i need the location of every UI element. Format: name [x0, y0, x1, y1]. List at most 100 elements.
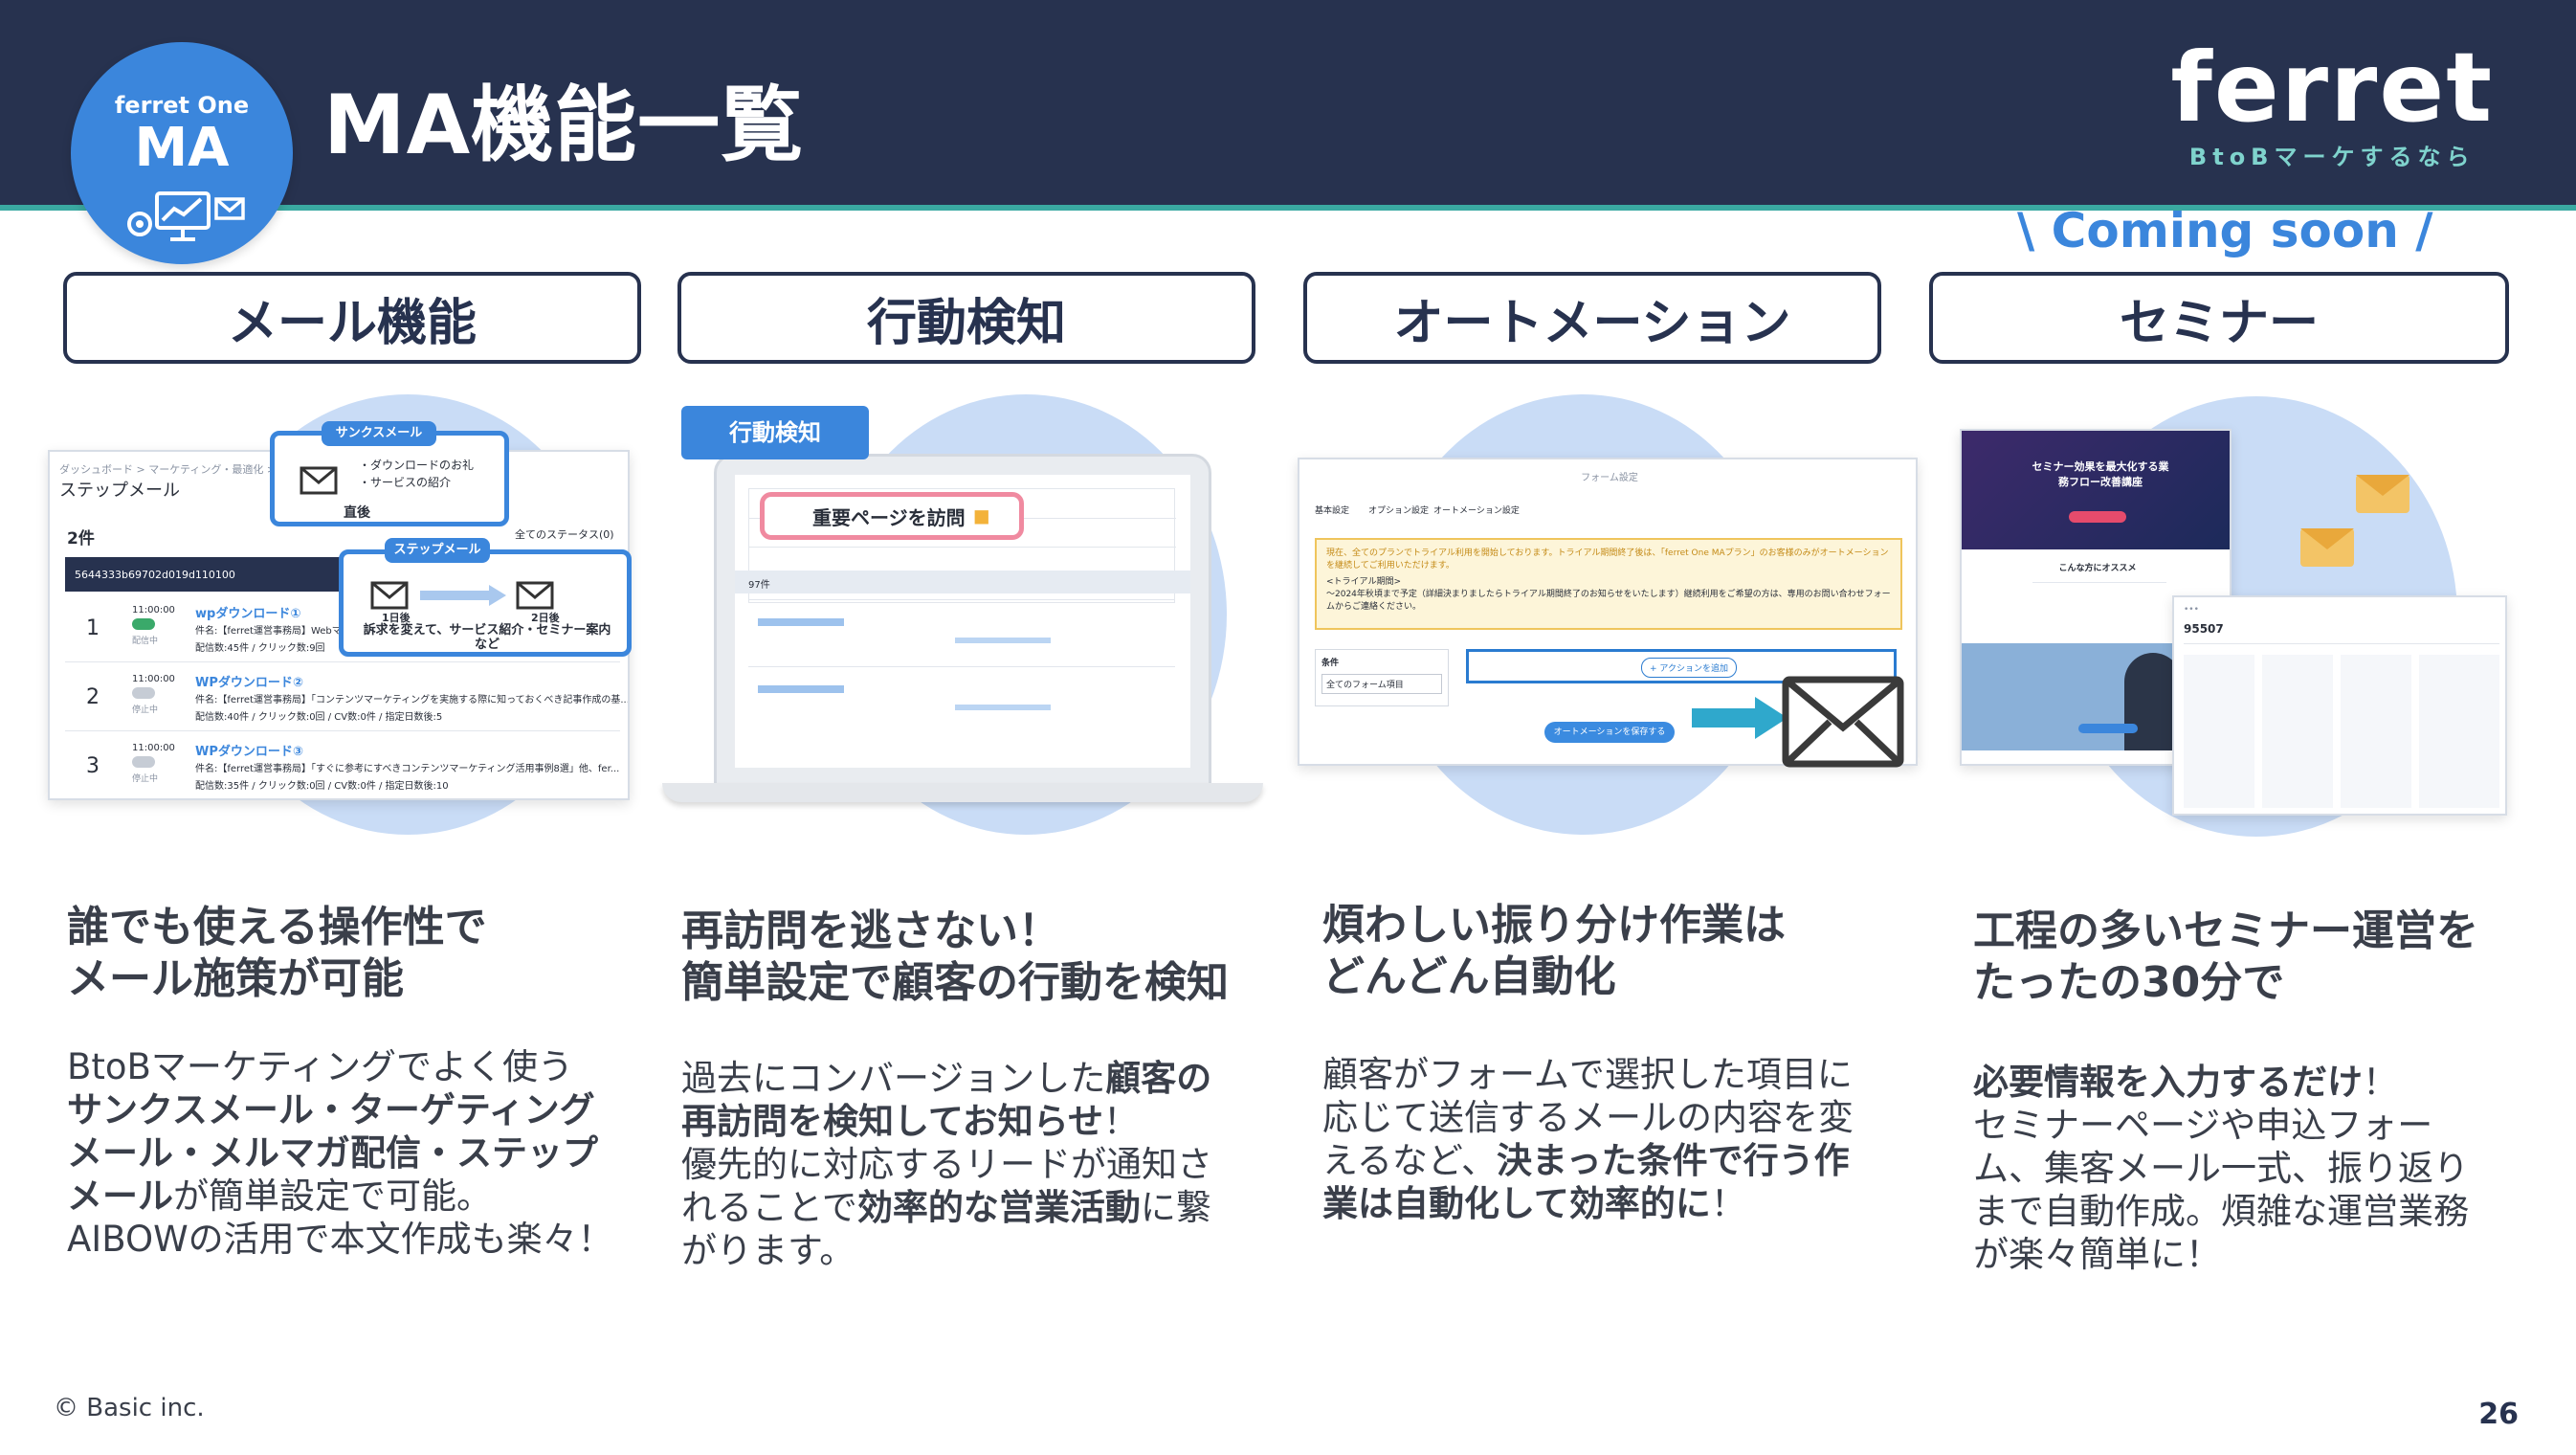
desc-span: ！ — [1710, 1183, 1746, 1224]
arrow-right-icon — [420, 585, 506, 606]
desc-span: 業は自動化して効率的に — [1322, 1183, 1711, 1224]
row-time: 11:00:00 — [132, 674, 175, 684]
automation-form-title: フォーム設定 — [1581, 473, 1638, 483]
row-status: 停止中 — [132, 705, 159, 715]
analytics-monitor-icon — [127, 191, 245, 241]
tab-options[interactable]: オプション設定 — [1368, 504, 1429, 516]
speaker-button[interactable] — [2078, 724, 2138, 733]
status-toggle[interactable] — [132, 756, 155, 768]
lead-name[interactable] — [758, 618, 844, 626]
category-automation: オートメーション — [1303, 272, 1881, 364]
envelope-icon — [2356, 475, 2409, 513]
bell-icon: ◼ — [972, 504, 990, 528]
kanban-column — [2419, 655, 2499, 808]
seminar-list-screenshot: ••• 95507 — [2172, 595, 2507, 816]
heading-line: 工程の多いセミナー運営を — [1973, 907, 2478, 955]
page-title: MA機能一覧 — [323, 78, 805, 173]
category-seminar: セミナー — [1929, 272, 2509, 364]
desc-line: サンクスメール・ターゲティング — [67, 1089, 595, 1130]
step-description: 訴求を変えて、サービス紹介・セミナー案内など — [363, 623, 611, 652]
mail-description: BtoBマーケティングでよく使う サンクスメール・ターゲティング メール・メルマ… — [67, 1045, 641, 1261]
mail-icon — [300, 466, 338, 495]
mail-count: 2件 — [67, 529, 95, 548]
desc-span: ！ — [1103, 1101, 1140, 1142]
table-row[interactable]: 3 11:00:00 停止中 WPダウンロード③ 件名:【ferret運営事務局… — [65, 733, 620, 798]
visited-page-link[interactable] — [955, 638, 1051, 643]
heading-line: 簡単設定で顧客の行動を検知 — [681, 958, 1229, 1007]
mail-icon — [516, 581, 554, 610]
revisit-bubble-text: 重要ページを訪問 — [812, 505, 966, 529]
row-number: 3 — [86, 754, 100, 778]
detect-description: 過去にコンバージョンした顧客の 再訪問を検知してお知らせ！ 優先的に対応するリー… — [681, 1057, 1255, 1272]
visited-page-link[interactable] — [955, 705, 1051, 710]
desc-line: 応じて送信するメールの内容を変 — [1322, 1097, 1854, 1138]
desc-span: メール — [67, 1175, 173, 1217]
desc-span: 再訪問を検知してお知らせ — [681, 1101, 1104, 1142]
category-mail: メール機能 — [63, 272, 641, 364]
row-number: 2 — [86, 685, 100, 709]
page-number: 26 — [2478, 1398, 2519, 1431]
row-time: 11:00:00 — [132, 605, 175, 616]
desc-span: 決まった条件で行う作 — [1497, 1140, 1850, 1181]
row-name[interactable]: wpダウンロード① — [195, 603, 300, 621]
row-subject: 件名:【ferret運営事務局】「コンテンツマーケティングを実施する際に知ってお… — [195, 695, 630, 705]
badge-label: MA — [134, 117, 230, 179]
seminar-banner-text: セミナー効果を最大化する業務フロー改善講座 — [2032, 460, 2169, 488]
seminar-apply-button[interactable] — [2069, 511, 2126, 523]
heading-line: たったの30分で — [1973, 958, 2285, 1007]
condition-label: 条件 — [1321, 659, 1340, 668]
row-name[interactable]: WPダウンロード③ — [195, 741, 303, 759]
divider — [2184, 643, 2499, 644]
mail-screen-title: ステップメール — [59, 481, 180, 501]
row-stats: 配信数:40件 / クリック数:0回 / CV数:0件 / 指定日数後:5 — [195, 712, 443, 723]
table-row[interactable]: 2 11:00:00 停止中 WPダウンロード② 件名:【ferret運営事務局… — [65, 664, 628, 731]
seminar-recommend: こんな方にオススメ — [2058, 564, 2137, 573]
lead-name[interactable] — [758, 685, 844, 693]
row-subject: 件名:【ferret運営事務局】Webマ... — [195, 626, 351, 637]
mail-icon — [370, 581, 409, 610]
row-name[interactable]: WPダウンロード② — [195, 672, 303, 690]
tab-automation[interactable]: オートメーション設定 — [1433, 504, 1520, 516]
seminar-count: 95507 — [2184, 622, 2224, 636]
seminar-heading: 工程の多いセミナー運営を たったの30分で — [1973, 906, 2478, 1009]
divider — [748, 666, 1175, 667]
arrow-right-icon — [1692, 697, 1788, 739]
laptop-base — [662, 783, 1263, 802]
desc-span: 必要情報を入力するだけ — [1973, 1062, 2363, 1103]
seminar-banner: セミナー効果を最大化する業務フロー改善講座 — [1962, 431, 2230, 549]
condition-box: 条件 全てのフォーム項目 — [1315, 649, 1449, 706]
mail-filter: 全てのステータス(0) — [515, 528, 614, 541]
desc-line: ム、集客メール一式、振り返り — [1973, 1148, 2469, 1189]
mail-icon — [1782, 676, 1904, 768]
status-toggle[interactable] — [132, 618, 155, 630]
desc-line: AIBOWの活用で本文作成も楽々！ — [67, 1219, 613, 1260]
logo-wordmark: ferret — [2170, 32, 2494, 144]
kanban-column — [2341, 655, 2411, 808]
kanban-column — [2184, 655, 2254, 808]
callout-line: ・ダウンロードのお礼 — [359, 459, 475, 472]
desc-line: メール・メルマガ配信・ステップ — [67, 1132, 598, 1174]
desc-line: 顧客がフォームで選択した項目に — [1322, 1054, 1853, 1095]
tab-basic[interactable]: 基本設定 — [1315, 504, 1349, 516]
heading-line: 誰でも使える操作性で — [67, 903, 487, 951]
revisit-bubble: 重要ページを訪問 ◼ — [760, 492, 1024, 540]
status-toggle[interactable] — [132, 687, 155, 699]
trial-notice: 現在、全てのプランでトライアル利用を開始しております。トライアル期間終了後は、「… — [1315, 538, 1902, 630]
row-time: 11:00:00 — [132, 743, 175, 753]
notice-text: 現在、全てのプランでトライアル利用を開始しております。トライアル期間終了後は、「… — [1326, 548, 1889, 571]
save-automation-button[interactable]: オートメーションを保存する — [1544, 722, 1675, 743]
detect-heading: 再訪問を逃さない！ 簡単設定で顧客の行動を検知 — [681, 906, 1229, 1009]
detect-count: 97件 — [748, 580, 770, 591]
desc-line: が楽々簡単に！ — [1973, 1234, 2221, 1275]
callout-timing: 直後 — [344, 505, 370, 521]
heading-line: 再訪問を逃さない！ — [681, 907, 1060, 955]
ferret-logo: ferret BtoBマーケするなら — [2170, 40, 2494, 171]
envelope-icon — [2300, 528, 2354, 567]
row-stats: 配信数:45件 / クリック数:9回 — [195, 643, 325, 654]
list-title: ••• — [2184, 605, 2199, 615]
condition-select[interactable]: 全てのフォーム項目 — [1321, 674, 1442, 694]
kanban-column — [2262, 655, 2333, 808]
add-action-button[interactable]: + アクションを追加 — [1641, 658, 1737, 678]
thanks-mail-tag: サンクスメール — [322, 421, 436, 446]
coming-soon-label: \ Coming soon / — [2017, 203, 2433, 258]
